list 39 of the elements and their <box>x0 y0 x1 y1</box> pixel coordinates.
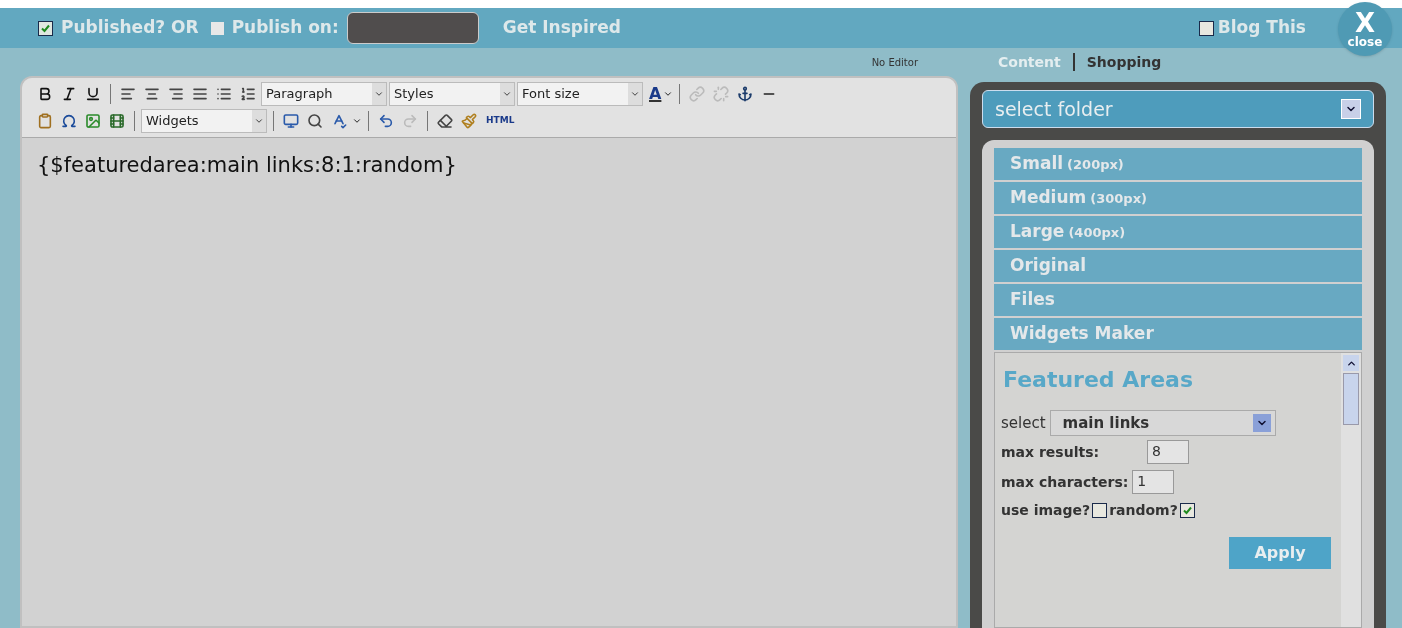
date-field[interactable] <box>346 12 479 44</box>
publish-on-label: Publish on: <box>231 16 339 40</box>
editor-content[interactable]: {$featuredarea:main links:8:1:random} <box>22 138 956 194</box>
dropdown-arrow-button[interactable] <box>1252 414 1271 432</box>
publish-on-checkbox[interactable] <box>210 21 224 35</box>
published-label: Published? OR <box>61 16 199 40</box>
random-label: random? <box>1109 501 1178 520</box>
max-characters-label: max characters: <box>1001 472 1129 492</box>
scroll-up-button[interactable] <box>1343 355 1359 371</box>
published-checkbox[interactable] <box>38 20 53 36</box>
blog-this-checkbox[interactable] <box>1198 20 1214 36</box>
dropdown-arrow-button[interactable] <box>1341 99 1361 119</box>
caret-icon[interactable] <box>254 116 264 126</box>
text-color-button[interactable]: A <box>649 82 662 106</box>
toolbar-dropdown[interactable]: Styles <box>389 82 515 106</box>
toolbar-dropdown[interactable]: Widgets <box>141 109 267 133</box>
max-characters-field[interactable]: 1 <box>1132 470 1175 494</box>
featured-areas-title: Featured Areas <box>1003 366 1194 394</box>
caret-icon[interactable] <box>663 89 674 99</box>
caret-icon[interactable] <box>630 89 640 99</box>
select-label: select <box>1001 412 1046 434</box>
blog-this-label: Blog This <box>1217 16 1306 40</box>
use-image-label: use image? <box>1001 501 1091 520</box>
featured-area-select[interactable]: main links <box>1049 410 1276 436</box>
caret-icon[interactable] <box>352 116 362 126</box>
html-button[interactable]: HTML <box>486 114 515 128</box>
toolbar-dropdown[interactable]: Paragraph <box>261 82 387 106</box>
no-editor-link[interactable]: No Editor <box>871 54 918 70</box>
scrollbar[interactable] <box>1341 353 1361 627</box>
close-button[interactable]: X close <box>1338 2 1392 56</box>
scrollbar-thumb[interactable] <box>1343 373 1359 425</box>
max-results-field[interactable]: 8 <box>1147 440 1189 464</box>
max-results-label: max results: <box>1001 442 1101 462</box>
use-image-checkbox[interactable] <box>1092 503 1108 518</box>
random-checkbox[interactable] <box>1179 503 1195 518</box>
caret-icon[interactable] <box>502 89 512 99</box>
caret-icon[interactable] <box>374 89 384 99</box>
panel-tab[interactable]: Shopping <box>1086 51 1162 73</box>
toolbar-dropdown[interactable]: Font size <box>517 82 643 106</box>
